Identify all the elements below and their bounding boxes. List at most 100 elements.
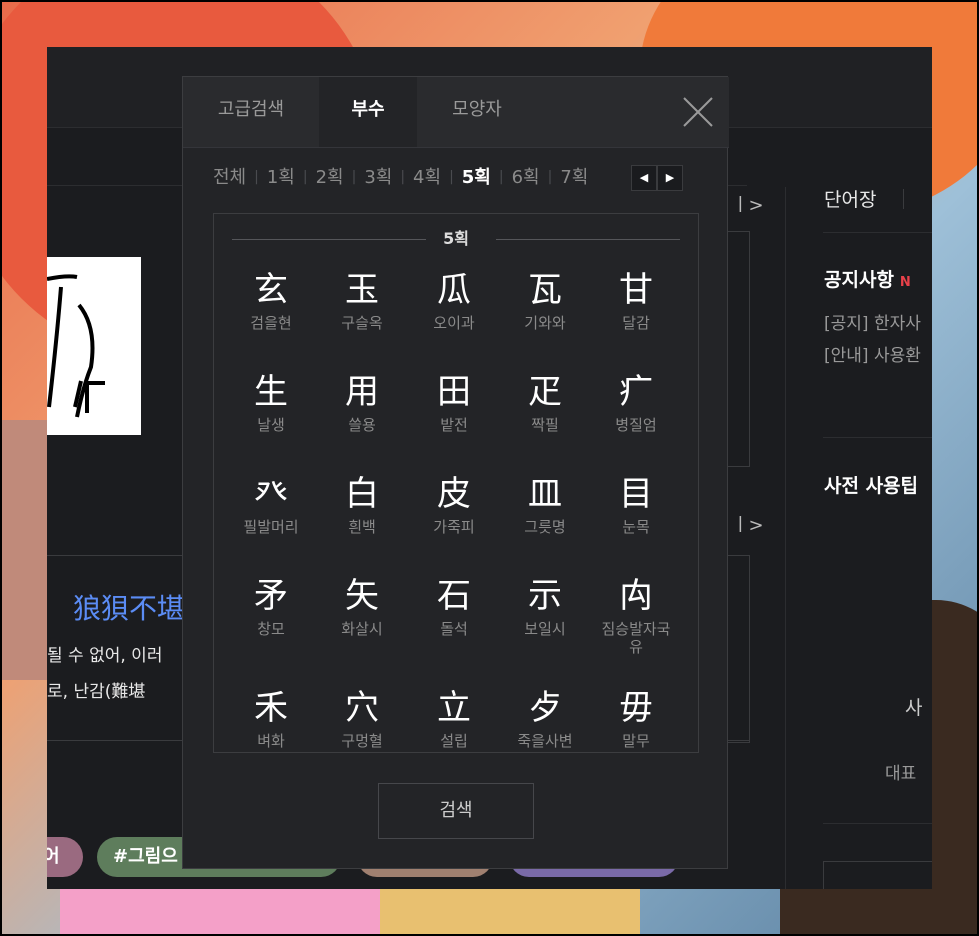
side-label: 대표 <box>885 764 917 784</box>
tab-shape[interactable]: 모양자 <box>417 77 537 147</box>
radical-char: 石 <box>437 576 471 616</box>
more-link[interactable]: ㅣ> <box>732 511 764 537</box>
notice-item[interactable]: [안내] 사용환 <box>824 341 921 366</box>
radical-char: 歺 <box>528 688 562 728</box>
radical-char: 穴 <box>345 688 379 728</box>
radical-char: 疋 <box>528 372 562 412</box>
radical-char: 皿 <box>528 474 562 514</box>
radical-item[interactable]: 白 흰백 <box>316 474 408 536</box>
radical-reading: 가죽피 <box>433 518 475 536</box>
radical-item[interactable]: 毋 말무 <box>590 688 682 750</box>
stroke-nav: ◀ ▶ <box>631 165 685 193</box>
radical-item[interactable]: 皮 가죽피 <box>408 474 500 536</box>
radical-reading: 밭전 <box>440 416 468 434</box>
radical-char: 立 <box>437 688 471 728</box>
radical-reading: 짐승발자국유 <box>601 620 671 656</box>
radical-item[interactable]: 疋 짝필 <box>499 372 591 434</box>
tag-chip[interactable]: 어 <box>47 837 83 877</box>
radical-reading: 필발머리 <box>243 518 299 536</box>
radical-char: 疒 <box>619 372 653 412</box>
radical-reading: 그릇명 <box>524 518 566 536</box>
side-label: 사 <box>905 697 923 719</box>
popup-tabs: 고급검색 부수 모양자 <box>183 77 729 148</box>
prev-arrow-icon[interactable]: ◀ <box>631 165 657 191</box>
radical-char: 皮 <box>437 474 471 514</box>
radical-item[interactable]: 示 보일시 <box>499 576 591 638</box>
radical-char: 禾 <box>254 688 288 728</box>
stroke-filter-bar: 전체 | 1획 | 2획 | 3획 | 4획 | 5획 | 6획 | 7획 <box>213 163 588 193</box>
stroke-filter-4[interactable]: 4획 <box>413 163 441 189</box>
radical-item[interactable]: 歺 죽을사변 <box>499 688 591 750</box>
stroke-filter-7[interactable]: 7획 <box>560 163 588 189</box>
stroke-filter-6[interactable]: 6획 <box>512 163 540 189</box>
radical-item[interactable]: 穴 구멍혈 <box>316 688 408 750</box>
stroke-filter-2[interactable]: 2획 <box>316 163 344 189</box>
radical-item[interactable]: 田 밭전 <box>408 372 500 434</box>
radical-item[interactable]: 甘 달감 <box>590 270 682 332</box>
radical-reading: 죽을사변 <box>517 732 573 750</box>
notice-title: 공지사항 N <box>824 269 911 291</box>
radical-item[interactable]: 疒 병질엄 <box>590 372 682 434</box>
radical-item[interactable]: 瓦 기와와 <box>499 270 591 332</box>
more-link[interactable]: ㅣ> <box>732 191 764 217</box>
radical-item[interactable]: 矢 화살시 <box>316 576 408 638</box>
radical-item[interactable]: 矛 창모 <box>225 576 317 638</box>
radical-char: 白 <box>345 474 379 514</box>
handwriting-canvas[interactable] <box>47 257 141 435</box>
radical-char: 用 <box>345 372 379 412</box>
radical-item[interactable]: 玉 구슬옥 <box>316 270 408 332</box>
search-button[interactable]: 검색 <box>378 783 534 839</box>
next-arrow-icon[interactable]: ▶ <box>657 165 683 191</box>
tab-advanced-search[interactable]: 고급검색 <box>183 77 319 147</box>
hanja-result-link[interactable]: 狼狽不堪 <box>73 587 185 627</box>
radical-reading: 설립 <box>440 732 468 750</box>
radical-char: 田 <box>437 372 471 412</box>
radical-char: 矛 <box>254 576 288 616</box>
radical-reading: 구멍혈 <box>341 732 383 750</box>
radical-item[interactable]: 癶 필발머리 <box>225 474 317 536</box>
stroke-group-header: 5획 <box>232 228 680 250</box>
radical-item[interactable]: 皿 그릇명 <box>499 474 591 536</box>
radical-item[interactable]: 用 쓸용 <box>316 372 408 434</box>
radical-char: 玄 <box>254 270 288 310</box>
radical-reading: 흰백 <box>348 518 376 536</box>
radical-reading: 보일시 <box>524 620 566 638</box>
stroke-filter-1[interactable]: 1획 <box>267 163 295 189</box>
radical-reading: 기와와 <box>524 314 566 332</box>
radical-char: 目 <box>619 474 653 514</box>
example-sentence: 로, 난감(難堪 <box>47 682 146 702</box>
radical-char: 示 <box>528 576 562 616</box>
stroke-filter-all[interactable]: 전체 <box>213 163 246 189</box>
wordbook-link[interactable]: 단어장 <box>824 185 876 212</box>
radical-reading: 짝필 <box>531 416 559 434</box>
radical-char: 生 <box>254 372 288 412</box>
radical-item[interactable]: 立 설립 <box>408 688 500 750</box>
radical-char: 瓦 <box>528 270 562 310</box>
radical-reading: 화살시 <box>341 620 383 638</box>
radical-item[interactable]: 石 돌석 <box>408 576 500 638</box>
radical-item[interactable]: 目 눈목 <box>590 474 682 536</box>
radical-reading: 벼화 <box>257 732 285 750</box>
tab-radical[interactable]: 부수 <box>319 77 417 147</box>
stroke-filter-3[interactable]: 3획 <box>364 163 392 189</box>
radical-reading: 말무 <box>622 732 650 750</box>
notice-item[interactable]: [공지] 한자사 <box>824 309 921 334</box>
radical-reading: 돌석 <box>440 620 468 638</box>
example-sentence: 될 수 없어, 이러 <box>47 646 163 666</box>
radical-item[interactable]: 瓜 오이과 <box>408 270 500 332</box>
radical-reading: 검을현 <box>250 314 292 332</box>
radical-item[interactable]: 禸 짐승발자국유 <box>590 576 682 656</box>
close-icon[interactable] <box>681 95 715 129</box>
radical-char: 玉 <box>345 270 379 310</box>
radical-reading: 창모 <box>257 620 285 638</box>
radical-item[interactable]: 玄 검을현 <box>225 270 317 332</box>
radical-search-popup: 고급검색 부수 모양자 전체 | 1획 | 2획 | 3획 | 4획 | 5획 | 6획 | 7획 ◀ ▶ … <box>182 76 729 869</box>
radical-item[interactable]: 禾 벼화 <box>225 688 317 750</box>
tips-title: 사전 사용팁 <box>824 475 919 497</box>
radical-reading: 쓸용 <box>348 416 376 434</box>
stroke-filter-5[interactable]: 5획 <box>462 163 491 189</box>
radical-item[interactable]: 生 날생 <box>225 372 317 434</box>
radical-reading: 구슬옥 <box>341 314 383 332</box>
radical-grid: 5획 玄 검을현 玉 구슬옥 瓜 오이과 瓦 기와와 甘 달감 生 날생 用 쓸용 田 밭전 疋 짝필 疒 병질엄 癶 필… <box>213 213 699 753</box>
radical-char: 甘 <box>619 270 653 310</box>
